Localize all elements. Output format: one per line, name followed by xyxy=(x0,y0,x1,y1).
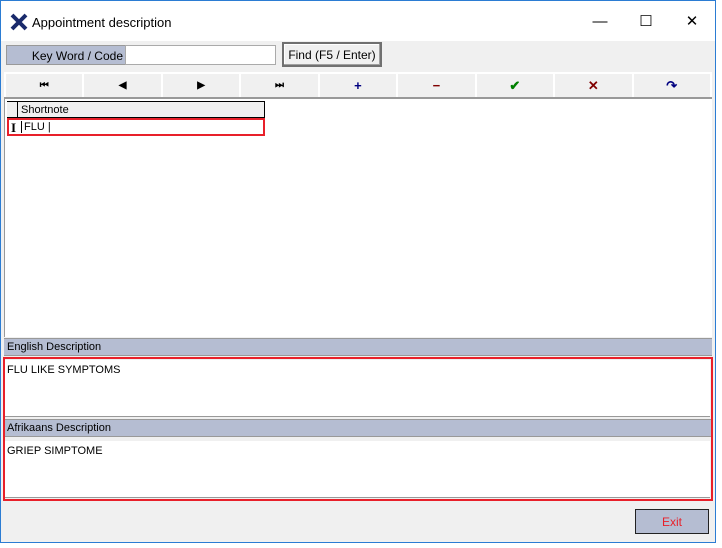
indicator-column xyxy=(7,102,18,117)
afrikaans-description-label: Afrikaans Description xyxy=(4,419,712,437)
appointment-description-window: Appointment description — ☐ ✕ Key Word /… xyxy=(0,0,716,543)
navigator-toolbar: ⏮ ◀ ▶ ⏭ + − ✔ ✕ ↷ xyxy=(4,72,712,99)
close-button[interactable]: ✕ xyxy=(669,7,715,35)
maximize-button[interactable]: ☐ xyxy=(623,7,669,35)
last-record-button[interactable]: ⏭ xyxy=(241,74,318,97)
app-logo-icon xyxy=(10,13,28,31)
row-edit-indicator: I xyxy=(11,120,17,135)
insert-record-button[interactable]: + xyxy=(319,74,397,97)
post-edit-button[interactable]: ✔ xyxy=(476,74,554,97)
delete-record-button[interactable]: − xyxy=(398,74,475,97)
find-button[interactable]: Find (F5 / Enter) xyxy=(282,42,382,67)
refresh-button[interactable]: ↷ xyxy=(633,74,710,97)
column-header-shortnote[interactable]: Shortnote xyxy=(21,104,69,116)
english-description-label: English Description xyxy=(4,338,712,356)
shortnote-cell[interactable]: FLU | xyxy=(21,121,51,133)
keyword-label: Key Word / Code xyxy=(6,45,126,65)
minimize-button[interactable]: — xyxy=(577,7,623,35)
afrikaans-description-field[interactable]: GRIEP SIMPTOME xyxy=(5,441,710,498)
cancel-edit-button[interactable]: ✕ xyxy=(555,74,632,97)
grid-header: Shortnote xyxy=(7,101,265,118)
next-record-button[interactable]: ▶ xyxy=(162,74,240,97)
first-record-button[interactable]: ⏮ xyxy=(6,74,83,97)
title-bar: Appointment description — ☐ ✕ xyxy=(1,1,715,41)
shortnote-grid[interactable]: Shortnote I FLU | xyxy=(4,99,712,337)
keyword-input[interactable] xyxy=(125,45,276,65)
exit-button[interactable]: Exit xyxy=(635,509,709,534)
english-description-field[interactable]: FLU LIKE SYMPTOMS xyxy=(5,360,710,417)
prior-record-button[interactable]: ◀ xyxy=(84,74,161,97)
window-title: Appointment description xyxy=(32,15,172,30)
table-row[interactable]: I FLU | xyxy=(7,118,265,136)
